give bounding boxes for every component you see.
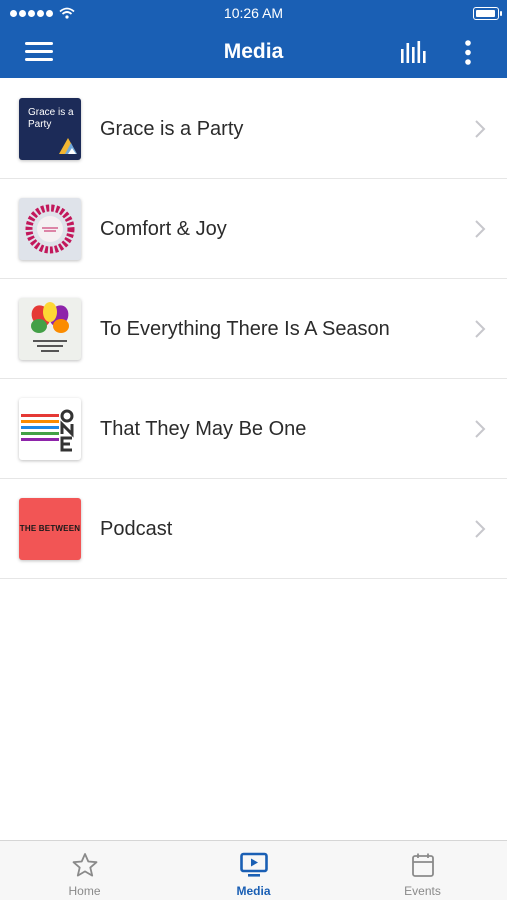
star-icon [72, 853, 98, 877]
equalizer-icon [401, 41, 426, 63]
bottom-tab-bar: Home Media Events [0, 840, 507, 900]
chevron-right-icon [475, 420, 486, 438]
chevron-right-icon [475, 320, 486, 338]
tab-events[interactable]: Events [338, 841, 507, 900]
chevron-right-icon [475, 520, 486, 538]
comfort-and-joy-artwork [19, 198, 81, 260]
list-item[interactable]: THE BETWEEN Podcast [0, 479, 507, 579]
list-item[interactable]: To Everything There Is A Season [0, 279, 507, 379]
tab-home[interactable]: Home [0, 841, 169, 900]
battery-icon [473, 7, 502, 20]
status-time: 10:26 AM [223, 5, 284, 21]
media-title: That They May Be One [100, 418, 307, 440]
list-item[interactable]: Comfort & Joy [0, 179, 507, 279]
tv-play-icon [240, 852, 268, 877]
media-title: Podcast [100, 518, 173, 540]
grace-is-a-party-artwork: Grace is a Party [19, 98, 81, 160]
tab-media[interactable]: Media [169, 841, 338, 900]
chevron-right-icon [475, 120, 486, 138]
app-header: Media [0, 28, 507, 78]
audio-player-button[interactable] [399, 39, 431, 65]
media-title: Grace is a Party [100, 118, 244, 140]
more-options-button[interactable] [456, 38, 480, 68]
media-list: Grace is a Party Grace is a Party Comfor… [0, 79, 507, 579]
list-item[interactable]: That They May Be One [0, 379, 507, 479]
season-artwork [19, 298, 81, 360]
media-title: To Everything There Is A Season [100, 318, 390, 340]
calendar-icon [412, 853, 434, 877]
status-bar: 10:26 AM [0, 0, 507, 28]
more-vertical-icon [465, 40, 471, 65]
list-item[interactable]: Grace is a Party Grace is a Party [0, 79, 507, 179]
podcast-artwork: THE BETWEEN [19, 498, 81, 560]
media-title: Comfort & Joy [100, 218, 227, 240]
chevron-right-icon [475, 220, 486, 238]
that-they-may-be-one-artwork [19, 398, 81, 460]
